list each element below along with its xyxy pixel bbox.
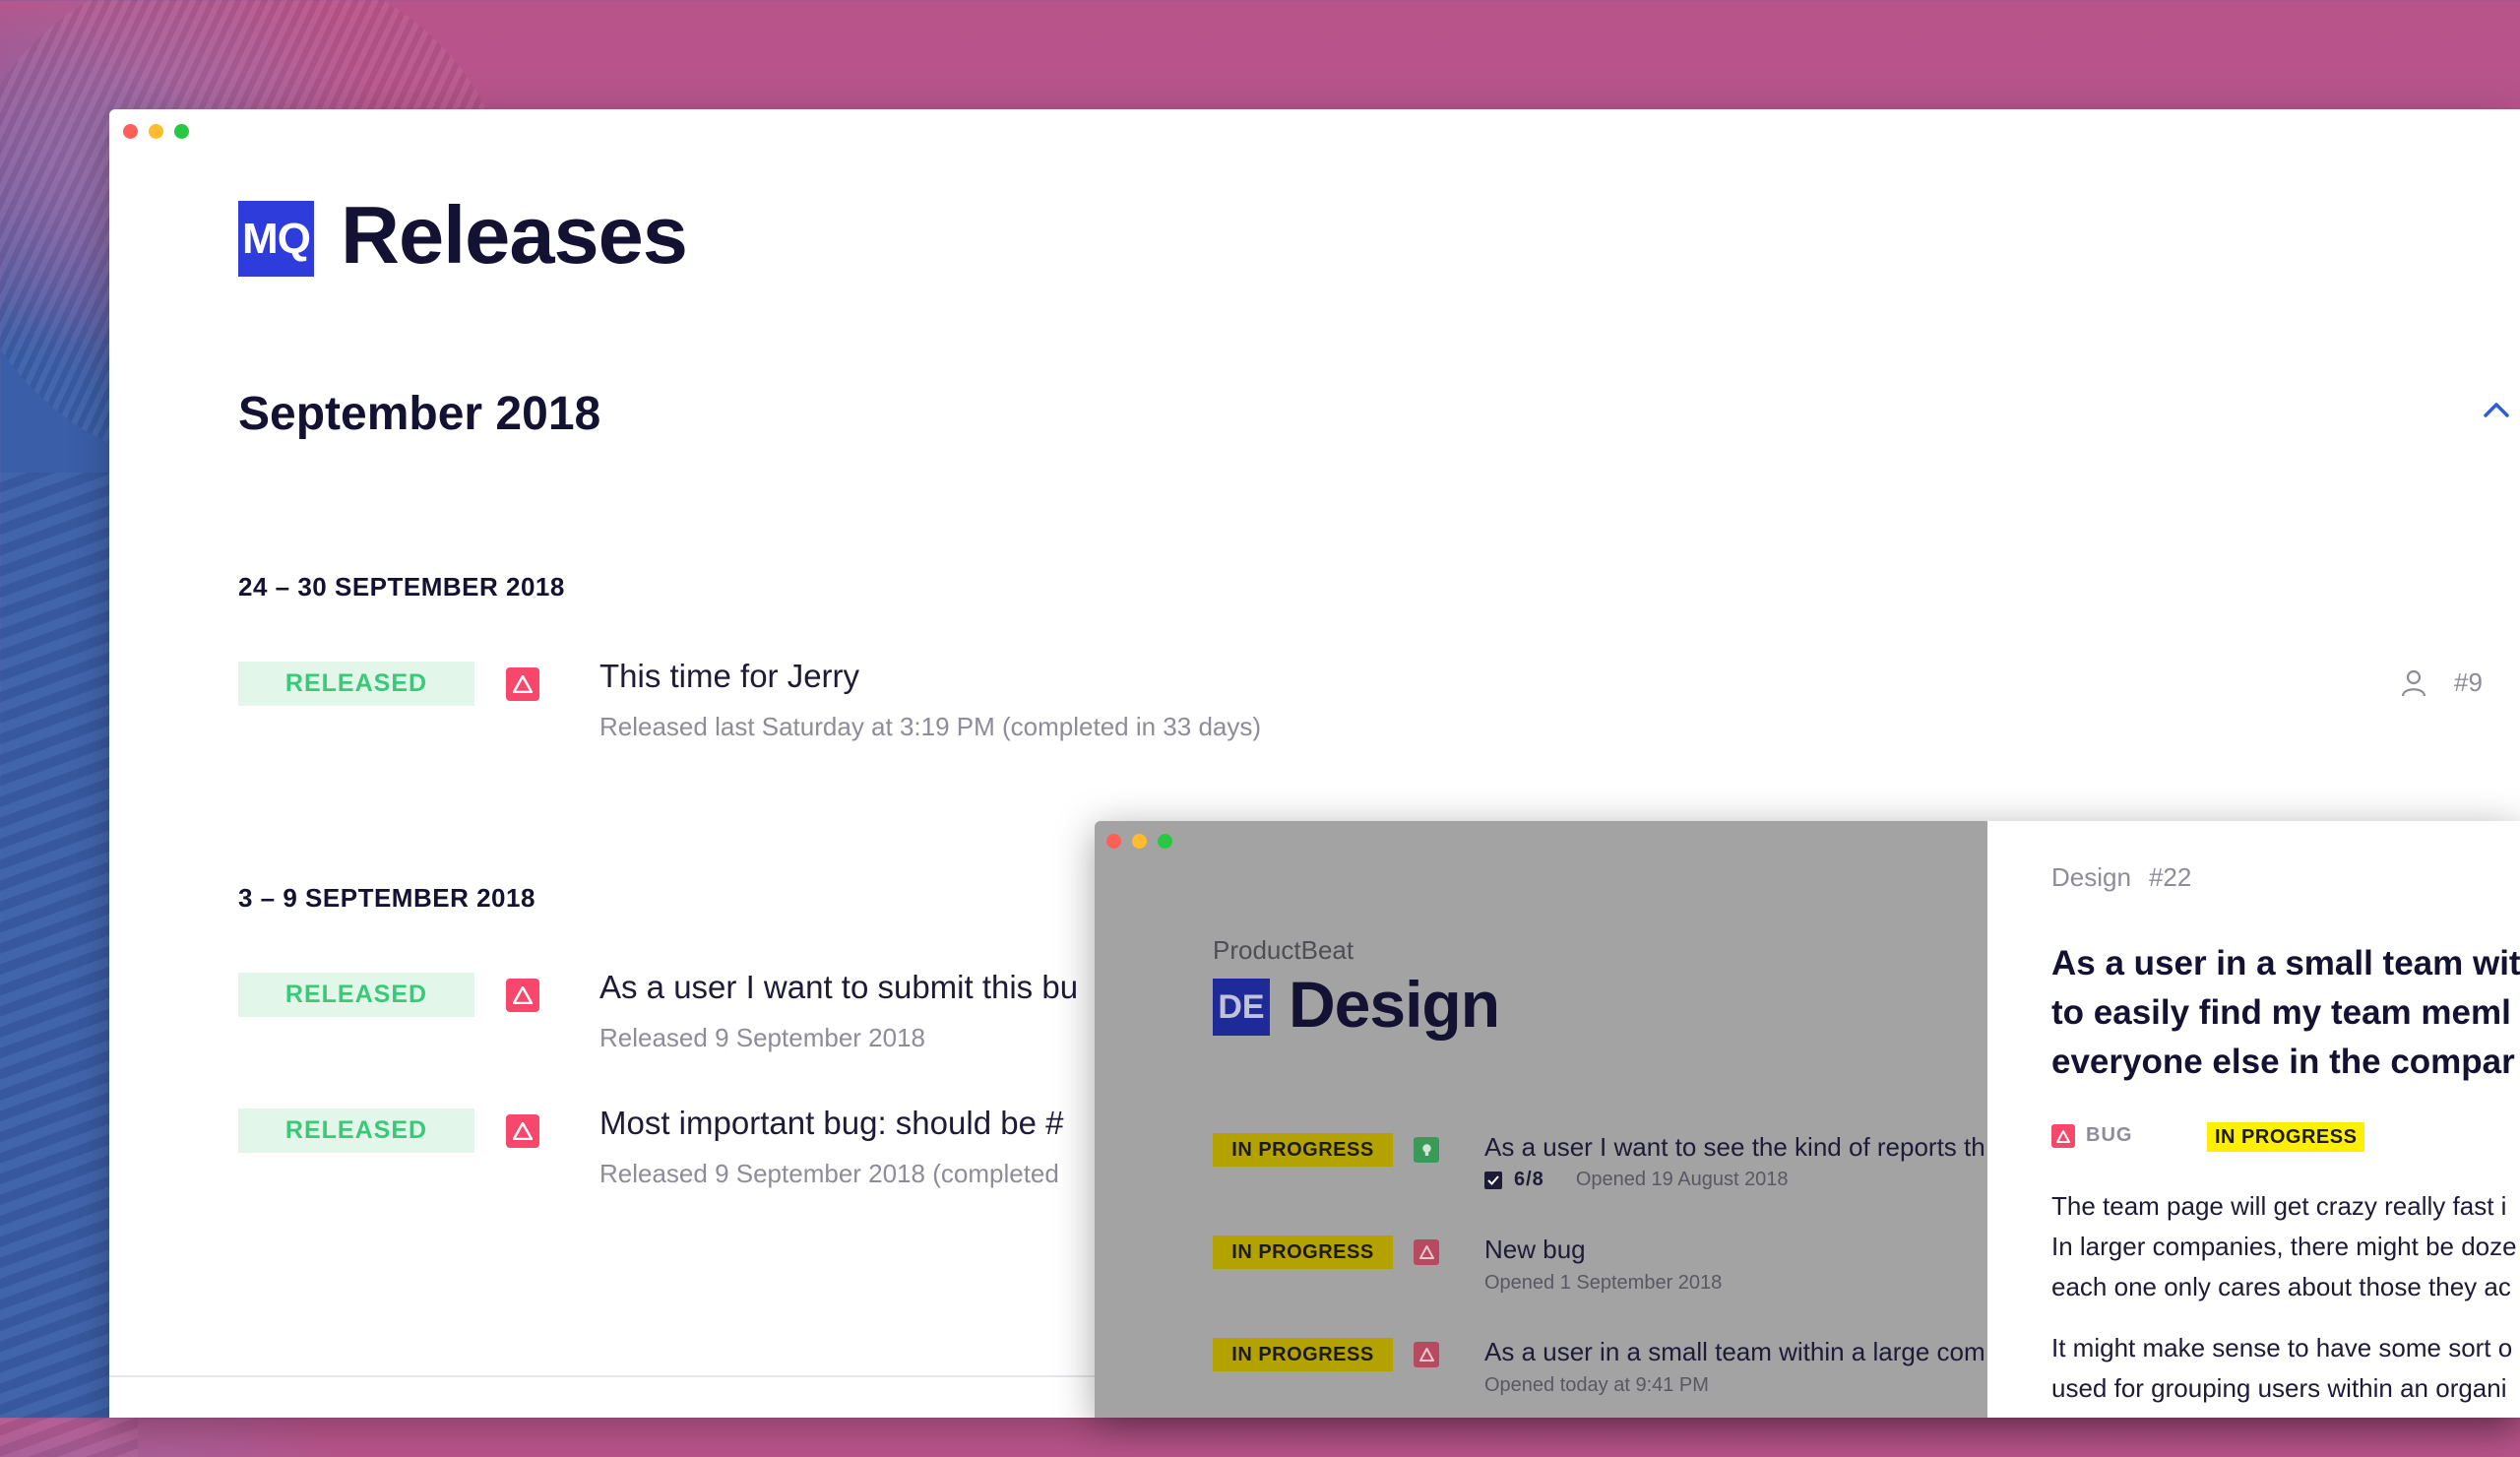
status-badge: IN PROGRESS	[1213, 1235, 1393, 1269]
issue-list-pane: ProductBeat DE Design IN PROGRESS As a u…	[1095, 821, 1987, 1418]
issue-title[interactable]: New bug	[1484, 1235, 1586, 1265]
issue-type-label: BUG	[2086, 1124, 2133, 1146]
description-line: In larger companies, there might be doze	[2051, 1232, 2517, 1261]
issue-meta: 6/8 Opened 19 August 2018	[1484, 1169, 1789, 1191]
description-line: used for grouping users within an organi	[2051, 1373, 2507, 1403]
description-line: The team page will get crazy really fast…	[2051, 1191, 2507, 1221]
issue-number: #9	[2454, 667, 2483, 697]
subtask-count: 6/8	[1514, 1169, 1544, 1190]
bug-icon	[1414, 1342, 1439, 1367]
issue-title[interactable]: As a user in a small team within a large…	[1484, 1337, 1985, 1367]
release-title[interactable]: As a user I want to submit this bu	[599, 969, 1078, 1006]
status-badge: IN PROGRESS	[1213, 1133, 1393, 1167]
opened-date: Opened 19 August 2018	[1575, 1169, 1789, 1190]
issue-detail-title: As a user in a small team wit to easily …	[2051, 939, 2520, 1087]
release-subtitle: Released 9 September 2018 (completed	[599, 1159, 1059, 1188]
issue-title[interactable]: As a user I want to see the kind of repo…	[1484, 1132, 1985, 1163]
description-line: each one only cares about those they ac	[2051, 1272, 2511, 1301]
issue-meta: Opened 1 September 2018	[1484, 1272, 1722, 1295]
checkbox-icon	[1484, 1171, 1502, 1189]
bug-icon	[506, 667, 539, 701]
chevron-up-icon[interactable]	[2484, 398, 2509, 423]
organization-name: ProductBeat	[1213, 935, 1354, 965]
release-subtitle: Released last Saturday at 3:19 PM (compl…	[599, 712, 1262, 741]
bug-icon	[1414, 1239, 1439, 1265]
description-paragraph: It might make sense to have some sort o …	[2051, 1328, 2512, 1409]
status-badge: RELEASED	[238, 973, 474, 1017]
title-line: As a user in a small team wit	[2051, 944, 2520, 982]
status-badge: RELEASED	[238, 662, 474, 706]
description-line: It might make sense to have some sort o	[2051, 1333, 2513, 1362]
bug-icon	[506, 1114, 539, 1148]
project-title: Design	[1289, 968, 1500, 1041]
status-badge: RELEASED	[238, 1109, 474, 1153]
issue-detail-pane: Design #22 As a user in a small team wit …	[1987, 821, 2520, 1418]
minimize-window-button[interactable]	[149, 124, 163, 139]
issue-meta: Opened today at 9:41 PM	[1484, 1374, 1709, 1397]
page-title: Releases	[341, 189, 688, 281]
breadcrumb: Design #22	[2051, 862, 2191, 893]
lightbulb-icon	[1414, 1137, 1439, 1163]
project-logo[interactable]: DE	[1213, 979, 1270, 1036]
project-logo[interactable]: MQ	[238, 201, 314, 277]
bug-icon	[506, 979, 539, 1012]
opened-date: Opened 1 September 2018	[1484, 1272, 1723, 1294]
issue-number: #22	[2148, 862, 2192, 892]
design-window: ProductBeat DE Design IN PROGRESS As a u…	[1095, 821, 2520, 1418]
bug-icon	[2051, 1124, 2075, 1148]
week-header: 3 – 9 SEPTEMBER 2018	[238, 883, 536, 913]
window-controls	[1106, 834, 1172, 849]
release-title[interactable]: Most important bug: should be #	[599, 1105, 1063, 1142]
title-line: to easily find my team meml	[2051, 993, 2511, 1032]
close-window-button[interactable]	[1106, 834, 1121, 849]
status-badge: IN PROGRESS	[1213, 1338, 1393, 1371]
release-subtitle: Released 9 September 2018	[599, 1023, 926, 1052]
opened-date: Opened today at 9:41 PM	[1484, 1374, 1709, 1396]
close-window-button[interactable]	[123, 124, 138, 139]
status-badge[interactable]: IN PROGRESS	[2207, 1122, 2365, 1152]
month-section-title: September 2018	[238, 388, 601, 440]
window-controls	[123, 124, 189, 139]
zoom-window-button[interactable]	[1158, 834, 1172, 849]
release-title[interactable]: This time for Jerry	[599, 658, 859, 695]
title-line: everyone else in the compar	[2051, 1043, 2515, 1081]
minimize-window-button[interactable]	[1132, 834, 1147, 849]
week-header: 24 – 30 SEPTEMBER 2018	[238, 572, 565, 602]
user-icon[interactable]	[2400, 668, 2427, 698]
description-paragraph: The team page will get crazy really fast…	[2051, 1186, 2517, 1307]
zoom-window-button[interactable]	[174, 124, 189, 139]
breadcrumb-project[interactable]: Design	[2051, 862, 2131, 892]
